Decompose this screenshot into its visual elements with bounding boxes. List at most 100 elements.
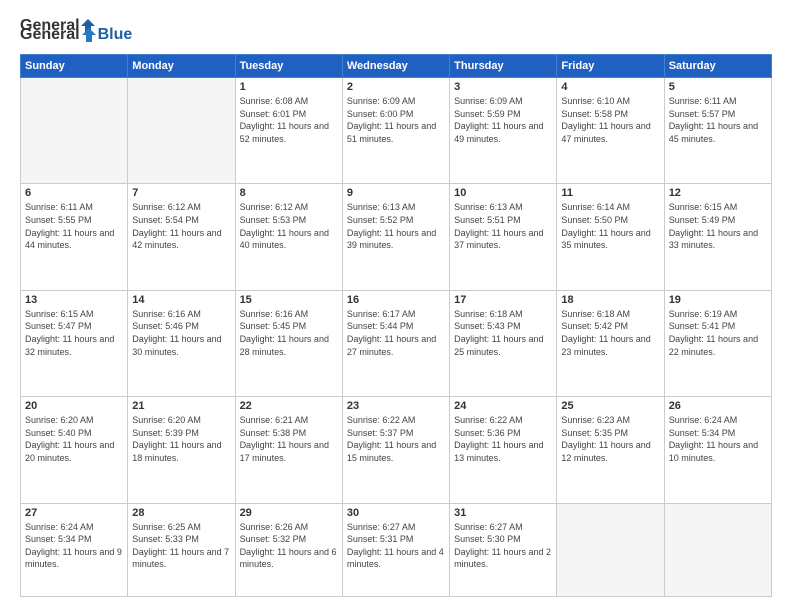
day-header-friday: Friday bbox=[557, 55, 664, 78]
cell-info: Sunrise: 6:17 AM Sunset: 5:44 PM Dayligh… bbox=[347, 308, 445, 358]
cell-info: Sunrise: 6:22 AM Sunset: 5:37 PM Dayligh… bbox=[347, 414, 445, 464]
day-number: 9 bbox=[347, 187, 445, 199]
calendar-cell-30: 29 Sunrise: 6:26 AM Sunset: 5:32 PM Dayli… bbox=[235, 503, 342, 596]
calendar-cell-29: 28 Sunrise: 6:25 AM Sunset: 5:33 PM Dayli… bbox=[128, 503, 235, 596]
calendar-cell-19: 18 Sunrise: 6:18 AM Sunset: 5:42 PM Dayli… bbox=[557, 290, 664, 396]
calendar-cell-16: 15 Sunrise: 6:16 AM Sunset: 5:45 PM Dayli… bbox=[235, 290, 342, 396]
cell-info: Sunrise: 6:20 AM Sunset: 5:40 PM Dayligh… bbox=[25, 414, 123, 464]
day-number: 26 bbox=[669, 400, 767, 412]
cell-info: Sunrise: 6:13 AM Sunset: 5:52 PM Dayligh… bbox=[347, 201, 445, 251]
day-number: 20 bbox=[25, 400, 123, 412]
day-number: 16 bbox=[347, 294, 445, 306]
calendar-cell-23: 22 Sunrise: 6:21 AM Sunset: 5:38 PM Dayli… bbox=[235, 397, 342, 503]
calendar-cell-17: 16 Sunrise: 6:17 AM Sunset: 5:44 PM Dayli… bbox=[342, 290, 449, 396]
cell-info: Sunrise: 6:26 AM Sunset: 5:32 PM Dayligh… bbox=[240, 521, 338, 571]
day-number: 27 bbox=[25, 507, 123, 519]
calendar-cell-33 bbox=[557, 503, 664, 596]
day-number: 30 bbox=[347, 507, 445, 519]
logo-general-text: General bbox=[20, 26, 80, 44]
day-number: 21 bbox=[132, 400, 230, 412]
calendar-week-row-4: 20 Sunrise: 6:20 AM Sunset: 5:40 PM Dayli… bbox=[21, 397, 772, 503]
calendar-cell-34 bbox=[664, 503, 771, 596]
day-number: 1 bbox=[240, 81, 338, 93]
day-number: 7 bbox=[132, 187, 230, 199]
calendar-cell-18: 17Sunrise: 6:18 AM Sunset: 5:43 PM Dayli… bbox=[450, 290, 557, 396]
day-number: 28 bbox=[132, 507, 230, 519]
day-header-saturday: Saturday bbox=[664, 55, 771, 78]
calendar-table: SundayMondayTuesdayWednesdayThursdayFrid… bbox=[20, 54, 772, 597]
calendar-cell-13: 12Sunrise: 6:15 AM Sunset: 5:49 PM Dayli… bbox=[664, 184, 771, 290]
cell-info: Sunrise: 6:16 AM Sunset: 5:45 PM Dayligh… bbox=[240, 308, 338, 358]
day-header-sunday: Sunday bbox=[21, 55, 128, 78]
cell-info: Sunrise: 6:22 AM Sunset: 5:36 PM Dayligh… bbox=[454, 414, 552, 464]
cell-info: Sunrise: 6:12 AM Sunset: 5:53 PM Dayligh… bbox=[240, 201, 338, 251]
calendar-cell-2: 1 Sunrise: 6:08 AM Sunset: 6:01 PM Daylig… bbox=[235, 78, 342, 184]
calendar-cell-31: 30 Sunrise: 6:27 AM Sunset: 5:31 PM Dayli… bbox=[342, 503, 449, 596]
calendar-week-row-2: 6Sunrise: 6:11 AM Sunset: 5:55 PM Daylig… bbox=[21, 184, 772, 290]
cell-info: Sunrise: 6:16 AM Sunset: 5:46 PM Dayligh… bbox=[132, 308, 230, 358]
cell-info: Sunrise: 6:09 AM Sunset: 5:59 PM Dayligh… bbox=[454, 95, 552, 145]
day-header-monday: Monday bbox=[128, 55, 235, 78]
day-number: 22 bbox=[240, 400, 338, 412]
calendar-cell-14: 13 Sunrise: 6:15 AM Sunset: 5:47 PM Dayli… bbox=[21, 290, 128, 396]
day-number: 29 bbox=[240, 507, 338, 519]
cell-info: Sunrise: 6:24 AM Sunset: 5:34 PM Dayligh… bbox=[669, 414, 767, 464]
day-number: 17 bbox=[454, 294, 552, 306]
calendar-page: General General Blue SundayMondayTuesday… bbox=[0, 0, 792, 612]
calendar-cell-32: 31 Sunrise: 6:27 AM Sunset: 5:30 PM Dayli… bbox=[450, 503, 557, 596]
calendar-cell-27: 26 Sunrise: 6:24 AM Sunset: 5:34 PM Dayli… bbox=[664, 397, 771, 503]
calendar-cell-6: 5 Sunrise: 6:11 AM Sunset: 5:57 PM Daylig… bbox=[664, 78, 771, 184]
cell-info: Sunrise: 6:15 AM Sunset: 5:47 PM Dayligh… bbox=[25, 308, 123, 358]
calendar-cell-22: 21 Sunrise: 6:20 AM Sunset: 5:39 PM Dayli… bbox=[128, 397, 235, 503]
calendar-cell-20: 19Sunrise: 6:19 AM Sunset: 5:41 PM Dayli… bbox=[664, 290, 771, 396]
day-header-wednesday: Wednesday bbox=[342, 55, 449, 78]
day-number: 13 bbox=[25, 294, 123, 306]
cell-info: Sunrise: 6:27 AM Sunset: 5:30 PM Dayligh… bbox=[454, 521, 552, 571]
logo: General General Blue bbox=[20, 15, 132, 44]
calendar-week-row-3: 13 Sunrise: 6:15 AM Sunset: 5:47 PM Dayli… bbox=[21, 290, 772, 396]
calendar-cell-10: 9 Sunrise: 6:13 AM Sunset: 5:52 PM Daylig… bbox=[342, 184, 449, 290]
day-number: 8 bbox=[240, 187, 338, 199]
day-number: 4 bbox=[561, 81, 659, 93]
day-number: 5 bbox=[669, 81, 767, 93]
calendar-cell-5: 4Sunrise: 6:10 AM Sunset: 5:58 PM Daylig… bbox=[557, 78, 664, 184]
calendar-cell-8: 7 Sunrise: 6:12 AM Sunset: 5:54 PM Daylig… bbox=[128, 184, 235, 290]
day-number: 19 bbox=[669, 294, 767, 306]
cell-info: Sunrise: 6:27 AM Sunset: 5:31 PM Dayligh… bbox=[347, 521, 445, 571]
day-number: 24 bbox=[454, 400, 552, 412]
cell-info: Sunrise: 6:20 AM Sunset: 5:39 PM Dayligh… bbox=[132, 414, 230, 464]
calendar-cell-0 bbox=[21, 78, 128, 184]
cell-info: Sunrise: 6:25 AM Sunset: 5:33 PM Dayligh… bbox=[132, 521, 230, 571]
day-number: 12 bbox=[669, 187, 767, 199]
calendar-header-row: SundayMondayTuesdayWednesdayThursdayFrid… bbox=[21, 55, 772, 78]
logo-arrow-icon bbox=[81, 27, 97, 43]
cell-info: Sunrise: 6:18 AM Sunset: 5:42 PM Dayligh… bbox=[561, 308, 659, 358]
day-number: 31 bbox=[454, 507, 552, 519]
day-number: 2 bbox=[347, 81, 445, 93]
day-number: 18 bbox=[561, 294, 659, 306]
calendar-cell-25: 24 Sunrise: 6:22 AM Sunset: 5:36 PM Dayli… bbox=[450, 397, 557, 503]
cell-info: Sunrise: 6:08 AM Sunset: 6:01 PM Dayligh… bbox=[240, 95, 338, 145]
calendar-cell-7: 6Sunrise: 6:11 AM Sunset: 5:55 PM Daylig… bbox=[21, 184, 128, 290]
calendar-cell-24: 23 Sunrise: 6:22 AM Sunset: 5:37 PM Dayli… bbox=[342, 397, 449, 503]
day-number: 23 bbox=[347, 400, 445, 412]
calendar-cell-4: 3Sunrise: 6:09 AM Sunset: 5:59 PM Daylig… bbox=[450, 78, 557, 184]
calendar-cell-26: 25Sunrise: 6:23 AM Sunset: 5:35 PM Dayli… bbox=[557, 397, 664, 503]
calendar-cell-15: 14 Sunrise: 6:16 AM Sunset: 5:46 PM Dayli… bbox=[128, 290, 235, 396]
logo-blue-text: Blue bbox=[98, 26, 133, 44]
cell-info: Sunrise: 6:11 AM Sunset: 5:57 PM Dayligh… bbox=[669, 95, 767, 145]
cell-info: Sunrise: 6:23 AM Sunset: 5:35 PM Dayligh… bbox=[561, 414, 659, 464]
day-number: 10 bbox=[454, 187, 552, 199]
calendar-cell-1 bbox=[128, 78, 235, 184]
day-number: 6 bbox=[25, 187, 123, 199]
cell-info: Sunrise: 6:12 AM Sunset: 5:54 PM Dayligh… bbox=[132, 201, 230, 251]
calendar-cell-12: 11Sunrise: 6:14 AM Sunset: 5:50 PM Dayli… bbox=[557, 184, 664, 290]
cell-info: Sunrise: 6:13 AM Sunset: 5:51 PM Dayligh… bbox=[454, 201, 552, 251]
calendar-cell-21: 20 Sunrise: 6:20 AM Sunset: 5:40 PM Dayli… bbox=[21, 397, 128, 503]
day-number: 15 bbox=[240, 294, 338, 306]
day-header-thursday: Thursday bbox=[450, 55, 557, 78]
calendar-cell-9: 8 Sunrise: 6:12 AM Sunset: 5:53 PM Daylig… bbox=[235, 184, 342, 290]
day-number: 14 bbox=[132, 294, 230, 306]
cell-info: Sunrise: 6:24 AM Sunset: 5:34 PM Dayligh… bbox=[25, 521, 123, 571]
cell-info: Sunrise: 6:21 AM Sunset: 5:38 PM Dayligh… bbox=[240, 414, 338, 464]
